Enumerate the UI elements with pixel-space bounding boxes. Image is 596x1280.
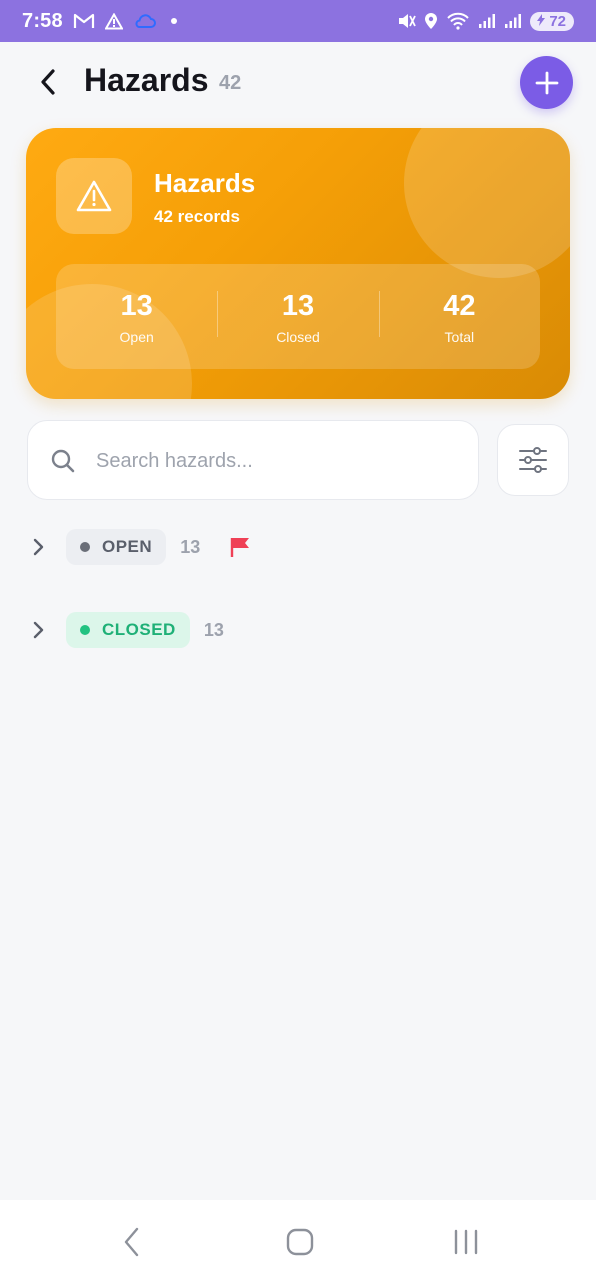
stat-value: 13	[281, 289, 315, 322]
summary-card: Hazards 42 records 13 Open 13 Closed 42 …	[26, 128, 570, 399]
warning-triangle-icon	[76, 180, 112, 212]
system-nav-bar	[0, 1200, 596, 1280]
plus-icon	[535, 71, 558, 94]
stat-total: 42 Total	[378, 289, 540, 345]
chevron-left-icon	[41, 69, 55, 95]
battery-level: 72	[549, 12, 566, 30]
battery-icon	[536, 13, 546, 30]
search-box[interactable]	[27, 420, 479, 500]
stat-value: 13	[120, 289, 153, 322]
card-subtitle: 42 records	[154, 207, 240, 226]
search-input[interactable]	[96, 439, 456, 483]
group-row-open[interactable]: OPEN 13	[26, 528, 252, 566]
group-count: 13	[180, 536, 201, 557]
search-icon	[50, 448, 76, 474]
group-row-closed[interactable]: CLOSED 13	[26, 611, 224, 649]
card-icon-box	[56, 158, 132, 234]
stat-label: Open	[119, 328, 154, 345]
stat-value: 42	[443, 289, 476, 322]
status-bar: 7:58 72	[0, 0, 596, 42]
status-time: 7:58	[22, 9, 63, 32]
battery-indicator: 72	[530, 11, 574, 31]
chevron-right-icon[interactable]	[26, 618, 50, 642]
gmail-icon	[73, 12, 95, 30]
stats-box: 13 Open 13 Closed 42 Total	[56, 264, 540, 369]
signal-icon	[504, 13, 522, 29]
status-dot	[80, 625, 90, 635]
status-pill-open: OPEN	[66, 529, 167, 565]
warning-icon	[104, 12, 123, 30]
flag-icon	[230, 536, 252, 558]
signal-icon	[478, 13, 496, 29]
mute-icon	[396, 12, 417, 30]
recents-nav-icon[interactable]	[446, 1222, 486, 1262]
back-button[interactable]	[30, 64, 66, 100]
status-pill-closed: CLOSED	[66, 612, 190, 648]
app-header: Hazards 42	[0, 52, 596, 114]
group-count: 13	[203, 619, 224, 640]
stat-label: Total	[444, 328, 475, 345]
stat-label: Closed	[276, 328, 320, 345]
wifi-icon	[446, 12, 470, 30]
card-title: Hazards	[154, 168, 256, 198]
cloud-icon	[133, 13, 157, 29]
back-nav-icon[interactable]	[112, 1222, 152, 1262]
sliders-icon	[519, 447, 547, 473]
dot-icon	[170, 18, 177, 24]
stat-open: 13 Open	[56, 289, 217, 345]
stat-closed: 13 Closed	[217, 289, 378, 345]
filter-button[interactable]	[497, 424, 569, 496]
add-hazard-button[interactable]	[520, 56, 573, 109]
chevron-right-icon[interactable]	[26, 535, 50, 559]
title-count-badge: 42	[219, 72, 242, 94]
home-nav-icon[interactable]	[280, 1222, 320, 1262]
status-label: CLOSED	[102, 620, 176, 639]
status-label: OPEN	[102, 537, 153, 556]
status-dot	[80, 542, 90, 552]
location-icon	[424, 12, 438, 30]
decorative-circle	[404, 128, 570, 278]
page-title: Hazards	[84, 62, 209, 98]
